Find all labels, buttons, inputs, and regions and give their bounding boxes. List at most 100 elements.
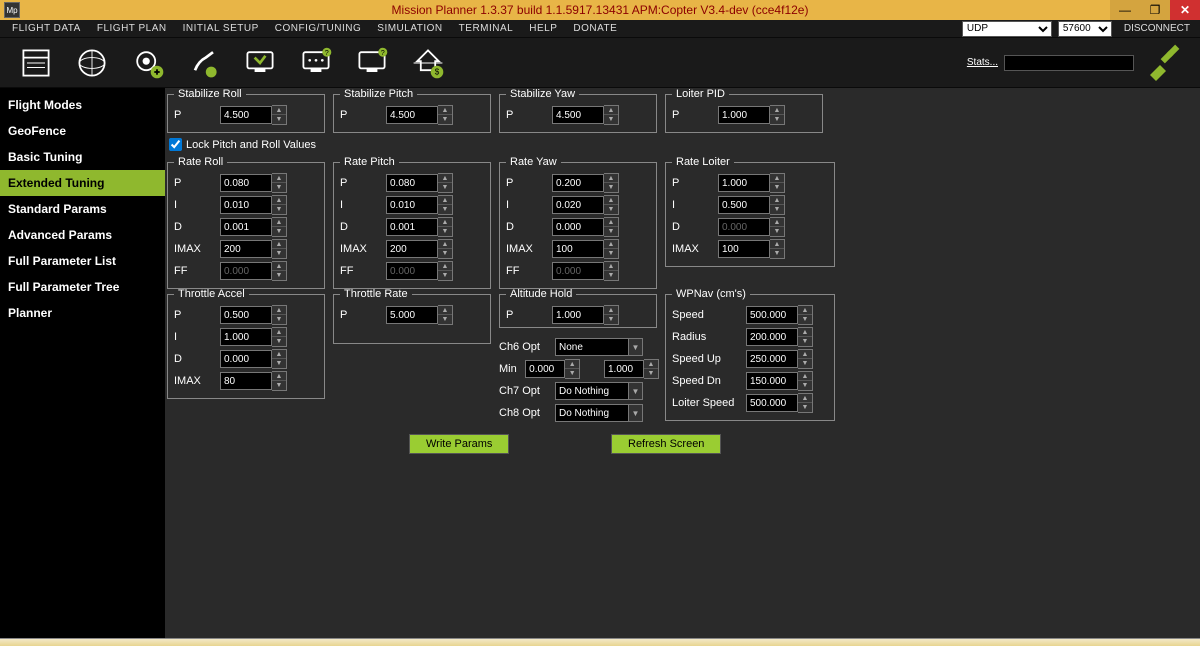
rate-roll-d[interactable]: ▲▼ [220, 217, 287, 237]
close-button[interactable]: ✕ [1170, 0, 1200, 20]
ch6-select[interactable]: ▼ [555, 338, 643, 356]
legend-thr-rate: Throttle Rate [340, 288, 412, 300]
connection-baud-select[interactable]: 57600 [1058, 21, 1112, 37]
alt-hold-p[interactable]: ▲▼ [552, 305, 619, 325]
sidebar: Flight Modes GeoFence Basic Tuning Exten… [0, 88, 165, 646]
simulation-icon[interactable] [232, 41, 288, 85]
label-p: P [340, 109, 382, 121]
connect-plug-icon[interactable] [1140, 41, 1184, 85]
menu-help[interactable]: HELP [521, 23, 565, 34]
sidebar-item-full-parameter-list[interactable]: Full Parameter List [0, 248, 165, 274]
stats-link[interactable]: Stats... [967, 57, 998, 68]
group-stabilize-pitch: Stabilize Pitch P▲▼ [333, 88, 491, 133]
loiter-pid-p-spinner[interactable]: ▲▼ [718, 105, 785, 125]
flight-data-icon[interactable] [8, 41, 64, 85]
chevron-down-icon[interactable]: ▼ [629, 404, 643, 422]
chevron-down-icon[interactable]: ▼ [629, 338, 643, 356]
thr-rate-p[interactable]: ▲▼ [386, 305, 453, 325]
rate-loiter-imax[interactable]: ▲▼ [718, 239, 785, 259]
flight-plan-icon[interactable] [64, 41, 120, 85]
group-wpnav: WPNav (cm's) Speed▲▼ Radius▲▼ Speed Up▲▼… [665, 288, 835, 421]
menu-config-tuning[interactable]: CONFIG/TUNING [267, 23, 370, 34]
wpnav-speed[interactable]: ▲▼ [746, 305, 813, 325]
wpnav-speeddn[interactable]: ▲▼ [746, 371, 813, 391]
sidebar-item-extended-tuning[interactable]: Extended Tuning [0, 170, 165, 196]
help-icon[interactable]: ? [344, 41, 400, 85]
stab-pitch-p-spinner[interactable]: ▲▼ [386, 105, 453, 125]
ch6-max[interactable]: ▲▼ [604, 359, 659, 379]
sidebar-item-basic-tuning[interactable]: Basic Tuning [0, 144, 165, 170]
ch8-select[interactable]: ▼ [555, 404, 643, 422]
sidebar-item-planner[interactable]: Planner [0, 300, 165, 326]
group-rate-roll: Rate Roll P▲▼ I▲▼ D▲▼ IMAX▲▼ FF▲▼ [167, 156, 325, 289]
legend-rate-loiter: Rate Loiter [672, 156, 734, 168]
stats-select[interactable] [1004, 55, 1134, 71]
rate-roll-ff[interactable]: ▲▼ [220, 261, 287, 281]
menu-initial-setup[interactable]: INITIAL SETUP [175, 23, 267, 34]
wpnav-radius[interactable]: ▲▼ [746, 327, 813, 347]
legend-stab-roll: Stabilize Roll [174, 88, 246, 100]
legend-alt-hold: Altitude Hold [506, 288, 576, 300]
chevron-down-icon[interactable]: ▼ [629, 382, 643, 400]
rate-roll-p[interactable]: ▲▼ [220, 173, 287, 193]
legend-rate-roll: Rate Roll [174, 156, 227, 168]
menu-flight-data[interactable]: FLIGHT DATA [4, 23, 89, 34]
lock-pitch-roll-row: Lock Pitch and Roll Values [169, 138, 316, 151]
ch6-min[interactable]: ▲▼ [525, 359, 580, 379]
sidebar-item-advanced-params[interactable]: Advanced Params [0, 222, 165, 248]
ch7-select[interactable]: ▼ [555, 382, 643, 400]
refresh-screen-button[interactable]: Refresh Screen [611, 434, 721, 454]
rate-loiter-p[interactable]: ▲▼ [718, 173, 785, 193]
lock-pitch-roll-checkbox[interactable] [169, 138, 182, 151]
rate-pitch-d[interactable]: ▲▼ [386, 217, 453, 237]
menu-simulation[interactable]: SIMULATION [369, 23, 450, 34]
sidebar-item-standard-params[interactable]: Standard Params [0, 196, 165, 222]
donate-icon[interactable]: $ [400, 41, 456, 85]
legend-thr-accel: Throttle Accel [174, 288, 249, 300]
svg-text:?: ? [325, 47, 329, 56]
initial-setup-icon[interactable] [120, 41, 176, 85]
stab-roll-p-spinner[interactable]: ▲▼ [220, 105, 287, 125]
menu-donate[interactable]: DONATE [565, 23, 625, 34]
ch8-label: Ch8 Opt [499, 407, 551, 419]
rate-pitch-i[interactable]: ▲▼ [386, 195, 453, 215]
thr-accel-p[interactable]: ▲▼ [220, 305, 287, 325]
minimize-button[interactable]: — [1110, 0, 1140, 20]
rate-loiter-d[interactable]: ▲▼ [718, 217, 785, 237]
wpnav-speedup[interactable]: ▲▼ [746, 349, 813, 369]
rate-yaw-ff[interactable]: ▲▼ [552, 261, 619, 281]
thr-accel-i[interactable]: ▲▼ [220, 327, 287, 347]
rate-pitch-ff[interactable]: ▲▼ [386, 261, 453, 281]
rate-yaw-p[interactable]: ▲▼ [552, 173, 619, 193]
thr-accel-d[interactable]: ▲▼ [220, 349, 287, 369]
toolbar: ? ? $ Stats... [0, 38, 1200, 88]
ch6-label: Ch6 Opt [499, 341, 551, 353]
legend-wpnav: WPNav (cm's) [672, 288, 750, 300]
menu-terminal[interactable]: TERMINAL [451, 23, 522, 34]
rate-roll-i[interactable]: ▲▼ [220, 195, 287, 215]
rate-roll-imax[interactable]: ▲▼ [220, 239, 287, 259]
config-tuning-icon[interactable] [176, 41, 232, 85]
group-altitude-hold: Altitude Hold P▲▼ [499, 288, 657, 328]
sidebar-item-geofence[interactable]: GeoFence [0, 118, 165, 144]
rate-yaw-i[interactable]: ▲▼ [552, 195, 619, 215]
connection-protocol-select[interactable]: UDP [962, 21, 1052, 37]
stab-yaw-p-spinner[interactable]: ▲▼ [552, 105, 619, 125]
rate-loiter-i[interactable]: ▲▼ [718, 195, 785, 215]
write-params-button[interactable]: Write Params [409, 434, 509, 454]
maximize-button[interactable]: ❐ [1140, 0, 1170, 20]
sidebar-item-flight-modes[interactable]: Flight Modes [0, 92, 165, 118]
rate-pitch-imax[interactable]: ▲▼ [386, 239, 453, 259]
terminal-icon[interactable]: ? [288, 41, 344, 85]
rate-pitch-p[interactable]: ▲▼ [386, 173, 453, 193]
thr-accel-imax[interactable]: ▲▼ [220, 371, 287, 391]
rate-yaw-imax[interactable]: ▲▼ [552, 239, 619, 259]
rate-yaw-d[interactable]: ▲▼ [552, 217, 619, 237]
app-icon: Mp [4, 2, 20, 18]
legend-stab-yaw: Stabilize Yaw [506, 88, 579, 100]
disconnect-label: DISCONNECT [1118, 23, 1196, 34]
menu-flight-plan[interactable]: FLIGHT PLAN [89, 23, 175, 34]
top-menu: FLIGHT DATA FLIGHT PLAN INITIAL SETUP CO… [0, 20, 1200, 38]
wpnav-loiterspeed[interactable]: ▲▼ [746, 393, 813, 413]
sidebar-item-full-parameter-tree[interactable]: Full Parameter Tree [0, 274, 165, 300]
